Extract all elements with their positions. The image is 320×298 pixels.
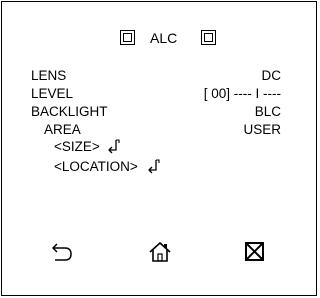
menu-title-row: ALC [2, 29, 316, 49]
next-page-button[interactable] [201, 30, 216, 45]
level-value[interactable]: [ 00] ---- I ---- [204, 86, 281, 102]
area-value[interactable]: USER [243, 122, 281, 138]
level-label: LEVEL [31, 86, 74, 101]
lens-label: LENS [31, 68, 67, 83]
menu-title: ALC [150, 30, 178, 46]
lens-value[interactable]: DC [262, 68, 282, 84]
return-icon[interactable] [50, 241, 74, 263]
enter-icon [147, 159, 160, 174]
prev-page-button[interactable] [120, 30, 135, 45]
location-label: <LOCATION> [54, 159, 138, 174]
osd-menu-panel: ALC LENS DC LEVEL [ 00] ---- I ---- BACK… [1, 1, 317, 296]
backlight-value[interactable]: BLC [255, 104, 281, 120]
size-label: <SIZE> [54, 139, 100, 154]
size-item[interactable]: <SIZE> [54, 139, 121, 155]
area-label: AREA [44, 122, 81, 137]
backlight-label: BACKLIGHT [31, 104, 108, 119]
close-box-icon[interactable] [243, 241, 267, 263]
enter-icon [107, 139, 120, 154]
location-item[interactable]: <LOCATION> [54, 159, 161, 175]
home-icon[interactable] [148, 241, 172, 263]
